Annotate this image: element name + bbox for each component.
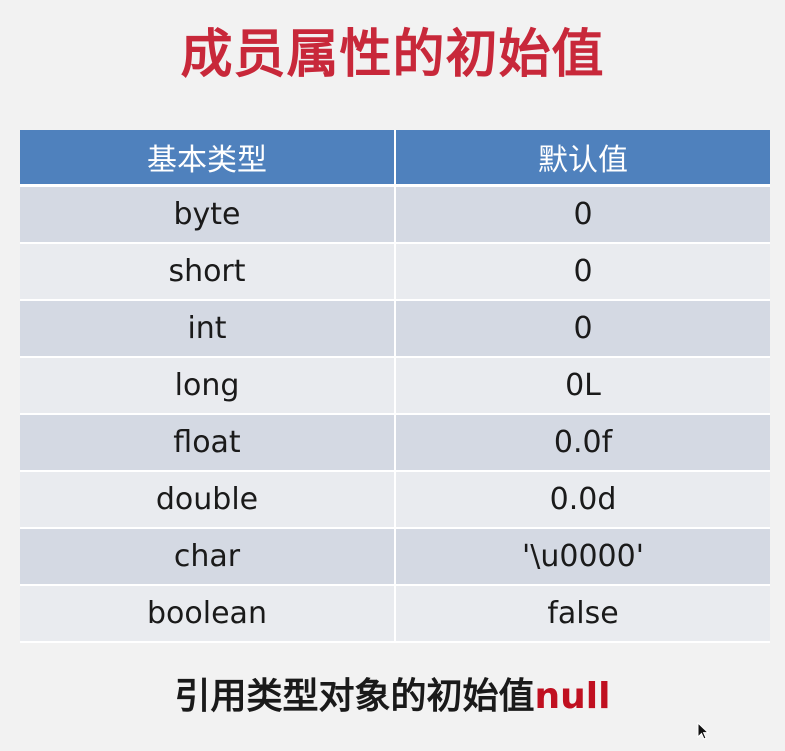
- default-cell: 0L: [395, 357, 770, 415]
- footer-note: 引用类型对象的初始值null: [0, 672, 785, 722]
- table-row: byte 0: [20, 185, 770, 244]
- table-row: short 0: [20, 243, 770, 301]
- default-cell: false: [395, 585, 770, 643]
- default-cell: 0: [395, 300, 770, 358]
- mouse-pointer-icon: [697, 722, 709, 740]
- type-cell: double: [20, 471, 396, 529]
- default-cell: 0: [395, 243, 770, 301]
- table-row: float 0.0f: [20, 414, 770, 472]
- default-values-table: 基本类型 默认值 byte 0 short 0 int 0 long 0L fl…: [20, 130, 770, 643]
- table-row: char '\u0000': [20, 528, 770, 586]
- type-cell: byte: [20, 185, 396, 244]
- type-cell: float: [20, 414, 396, 472]
- table-row: boolean false: [20, 585, 770, 643]
- type-cell: long: [20, 357, 396, 415]
- table-header-row: 基本类型 默认值: [20, 130, 770, 187]
- footer-text: 引用类型对象的初始值: [174, 676, 535, 717]
- type-cell: short: [20, 243, 396, 301]
- header-default-value: 默认值: [395, 130, 770, 187]
- header-primitive-type: 基本类型: [20, 130, 396, 187]
- table-row: int 0: [20, 300, 770, 358]
- table-row: double 0.0d: [20, 471, 770, 529]
- type-cell: boolean: [20, 585, 396, 643]
- type-cell: int: [20, 300, 396, 358]
- slide-title: 成员属性的初始值: [180, 25, 605, 85]
- table-row: long 0L: [20, 357, 770, 415]
- default-cell: 0: [395, 185, 770, 244]
- footer-null-keyword: null: [534, 676, 611, 717]
- default-cell: '\u0000': [395, 528, 770, 586]
- default-cell: 0.0f: [395, 414, 770, 472]
- type-cell: char: [20, 528, 396, 586]
- default-cell: 0.0d: [395, 471, 770, 529]
